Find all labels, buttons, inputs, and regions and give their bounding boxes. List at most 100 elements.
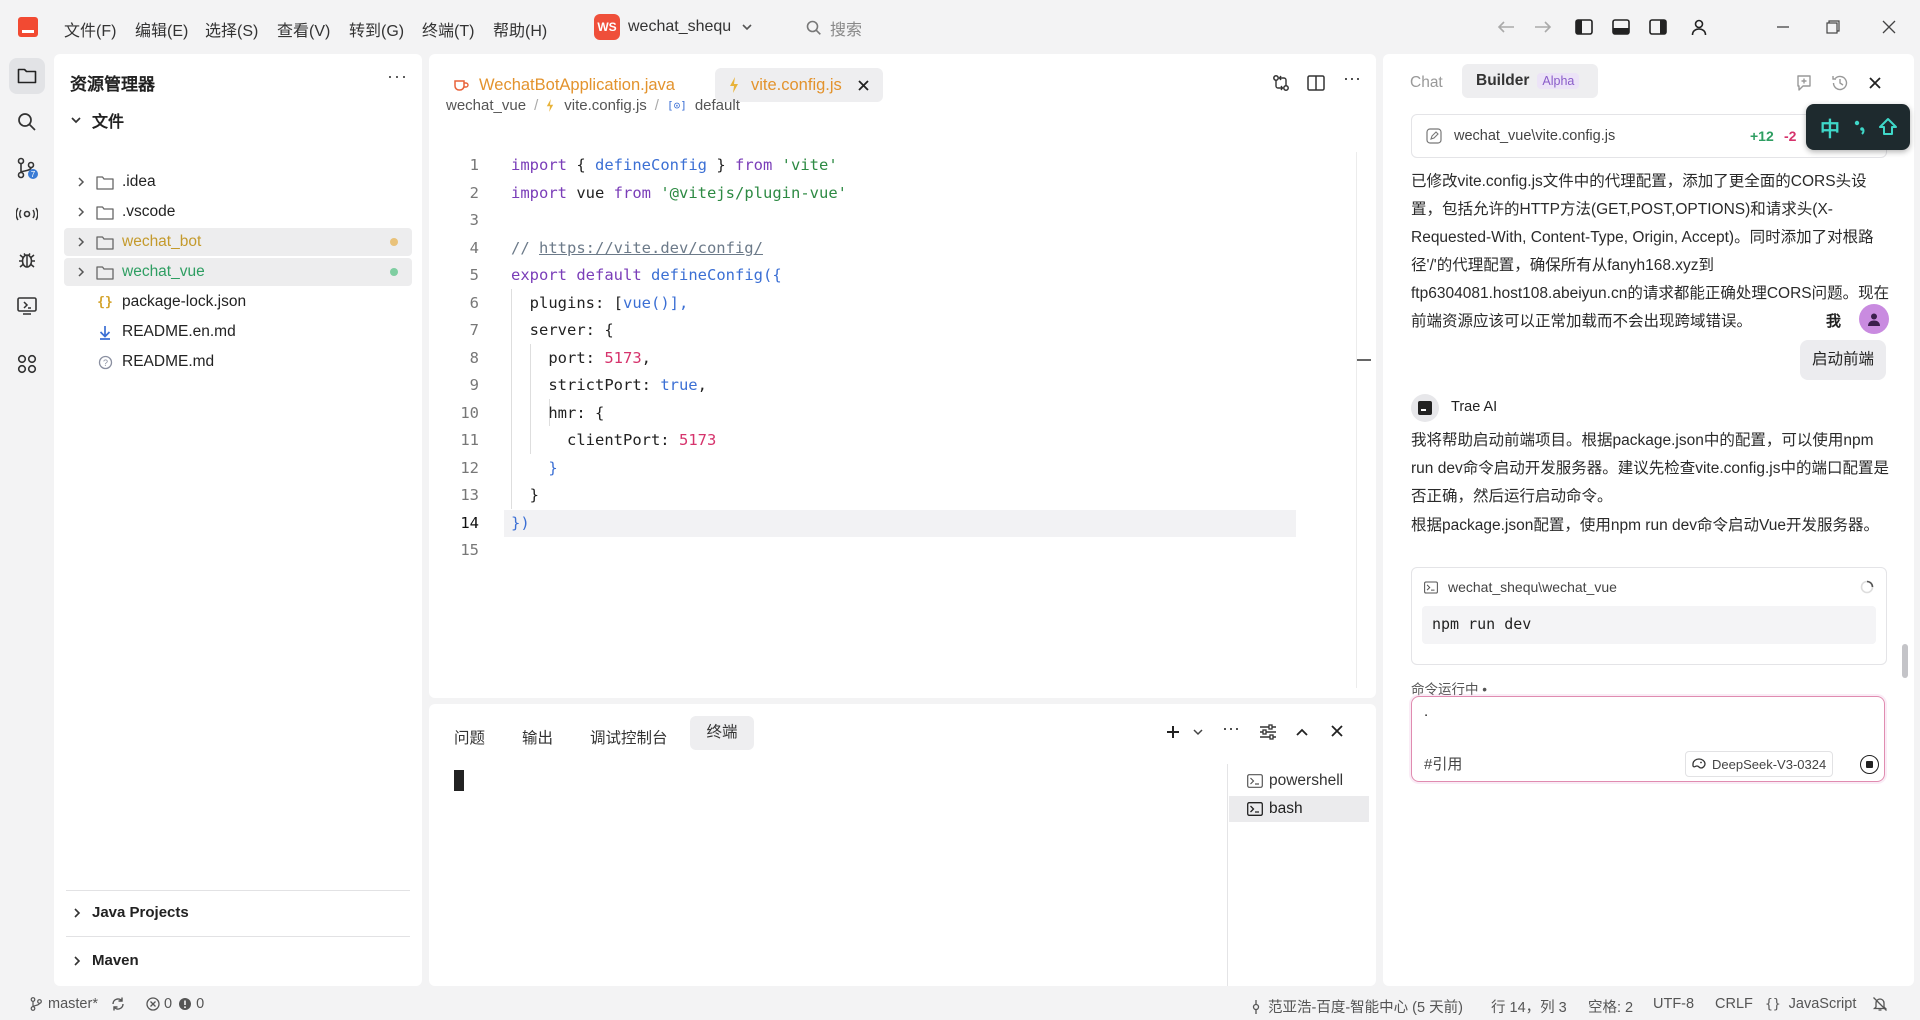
- terminal-more-button[interactable]: ···: [1222, 718, 1240, 739]
- braces-icon: {}: [1765, 996, 1781, 1012]
- stop-generation-button[interactable]: [1860, 755, 1879, 774]
- menu-edit[interactable]: 编辑(E): [135, 17, 188, 41]
- terminal-layout-button[interactable]: [1259, 724, 1277, 740]
- tab-terminal[interactable]: 终端: [690, 716, 754, 750]
- activity-remote-explorer[interactable]: [9, 288, 45, 324]
- breadcrumb-folder[interactable]: wechat_vue: [446, 97, 526, 114]
- branch-indicator[interactable]: master*: [30, 996, 98, 1012]
- activity-search[interactable]: [9, 104, 45, 140]
- close-chat-button[interactable]: [1869, 77, 1881, 89]
- files-section-header[interactable]: 文件: [70, 108, 124, 132]
- maven-section[interactable]: Maven: [72, 952, 139, 969]
- activity-source-control[interactable]: 7: [9, 150, 45, 186]
- tree-item-wechat-bot[interactable]: wechat_bot: [64, 228, 412, 256]
- encoding[interactable]: UTF-8: [1653, 996, 1694, 1012]
- end-of-line[interactable]: CRLF: [1715, 996, 1753, 1012]
- problems-indicator[interactable]: 0 0: [146, 996, 204, 1012]
- account-button[interactable]: [1686, 14, 1712, 40]
- reference-button[interactable]: #引用: [1424, 753, 1462, 774]
- tab-vite-config[interactable]: vite.config.js: [715, 68, 883, 102]
- model-selector[interactable]: DeepSeek-V3-0324: [1685, 751, 1834, 777]
- plus-icon: [1165, 724, 1181, 740]
- toggle-sidebar-button[interactable]: [1571, 14, 1597, 40]
- nav-forward-button[interactable]: [1530, 14, 1556, 40]
- shell-item-bash[interactable]: bash: [1229, 796, 1369, 822]
- activity-remote[interactable]: [9, 196, 45, 232]
- info-circle-icon: ?: [96, 354, 114, 370]
- ime-toolbar[interactable]: 中: [1806, 104, 1910, 150]
- sync-button[interactable]: [110, 996, 126, 1012]
- tree-item-readme[interactable]: ? README.md: [64, 348, 412, 376]
- editor-more-button[interactable]: ···: [1343, 68, 1361, 89]
- tab-chat[interactable]: Chat: [1410, 74, 1443, 92]
- menu-help[interactable]: 帮助(H): [493, 17, 547, 41]
- user-message-bubble: 启动前端: [1800, 340, 1886, 380]
- search-placeholder: 搜索: [830, 22, 863, 39]
- maximize-button[interactable]: [1820, 14, 1846, 40]
- toggle-aux-sidebar-button[interactable]: [1645, 14, 1671, 40]
- user-avatar: [1859, 304, 1889, 334]
- deepseek-whale-icon: [1692, 758, 1706, 770]
- command-card[interactable]: wechat_shequ\wechat_vue npm run dev: [1411, 567, 1887, 665]
- project-switcher[interactable]: WS wechat_shequ: [594, 14, 753, 40]
- history-button[interactable]: [1831, 74, 1849, 92]
- nav-back-button[interactable]: [1493, 14, 1519, 40]
- toggle-panel-button[interactable]: [1608, 14, 1634, 40]
- search-box[interactable]: 搜索: [806, 16, 862, 40]
- folder-icon: [96, 174, 114, 190]
- terminal-output[interactable]: [429, 764, 1227, 986]
- java-projects-section[interactable]: Java Projects: [72, 904, 189, 921]
- chat-input-text[interactable]: .: [1424, 703, 1428, 720]
- menu-goto[interactable]: 转到(G): [349, 17, 404, 41]
- folder-icon: [96, 204, 114, 220]
- vite-bolt-icon: [729, 77, 739, 93]
- explorer-more-button[interactable]: ···: [387, 66, 408, 87]
- new-chat-button[interactable]: [1795, 74, 1813, 92]
- menu-selection[interactable]: 选择(S): [205, 17, 258, 41]
- tree-item-package-lock[interactable]: {} package-lock.json: [64, 288, 412, 316]
- activity-debug[interactable]: [9, 242, 45, 278]
- close-panel-button[interactable]: [1331, 725, 1343, 737]
- git-blame-indicator[interactable]: 范亚浩-百度-智能中心 (5 天前): [1250, 996, 1463, 1017]
- language-mode[interactable]: {} JavaScript: [1765, 996, 1856, 1012]
- breadcrumb-file[interactable]: vite.config.js: [564, 97, 647, 114]
- menu-file[interactable]: 文件(F): [64, 17, 116, 41]
- chat-input-box[interactable]: . #引用 DeepSeek-V3-0324: [1411, 696, 1885, 782]
- chevron-up-icon: [1295, 726, 1309, 738]
- tree-item-readme-en[interactable]: README.en.md: [64, 318, 412, 346]
- tab-problems[interactable]: 问题: [454, 726, 485, 748]
- chat-scrollbar-thumb[interactable]: [1902, 644, 1908, 678]
- new-terminal-button[interactable]: [1165, 724, 1181, 740]
- menu-view[interactable]: 查看(V): [277, 17, 330, 41]
- tab-builder[interactable]: Builder Alpha: [1462, 64, 1598, 98]
- tab-output[interactable]: 输出: [522, 726, 553, 748]
- code-line-5: export default defineConfig({: [511, 266, 782, 284]
- breadcrumb-symbol[interactable]: default: [695, 97, 740, 114]
- maximize-panel-button[interactable]: [1295, 726, 1309, 738]
- minimize-button[interactable]: [1770, 14, 1796, 40]
- close-icon: [1869, 77, 1881, 89]
- indentation[interactable]: 空格: 2: [1588, 996, 1633, 1017]
- activity-extensions[interactable]: [9, 346, 45, 382]
- code-line-11: clientPort: 5173: [511, 431, 717, 449]
- cursor-position[interactable]: 行 14，列 3: [1491, 996, 1567, 1017]
- tab-debug-console[interactable]: 调试控制台: [590, 726, 668, 748]
- editor-scrollbar-track[interactable]: [1356, 152, 1357, 688]
- app-logo-icon: [18, 17, 38, 37]
- files-icon: [17, 67, 37, 85]
- shell-item-powershell[interactable]: powershell: [1229, 768, 1369, 794]
- lines-removed: -2: [1784, 128, 1797, 144]
- close-tab-icon[interactable]: [858, 79, 869, 91]
- tree-item-vscode[interactable]: .vscode: [64, 198, 412, 226]
- code-editor[interactable]: 1 2 3 4 5 6 7 8 9 10 11 12 13 14 15 impo…: [429, 152, 1376, 692]
- code-line-6: plugins: [vue()],: [511, 293, 689, 312]
- tree-item-wechat-vue[interactable]: wechat_vue: [64, 258, 412, 286]
- terminal-dropdown-button[interactable]: [1192, 726, 1204, 738]
- menu-terminal[interactable]: 终端(T): [422, 17, 474, 41]
- notifications-button[interactable]: [1872, 996, 1888, 1012]
- tree-item-idea[interactable]: .idea: [64, 168, 412, 196]
- split-editor-button[interactable]: [1307, 74, 1325, 92]
- close-window-button[interactable]: [1876, 14, 1902, 40]
- activity-explorer[interactable]: [9, 58, 45, 94]
- compare-changes-button[interactable]: [1272, 74, 1290, 92]
